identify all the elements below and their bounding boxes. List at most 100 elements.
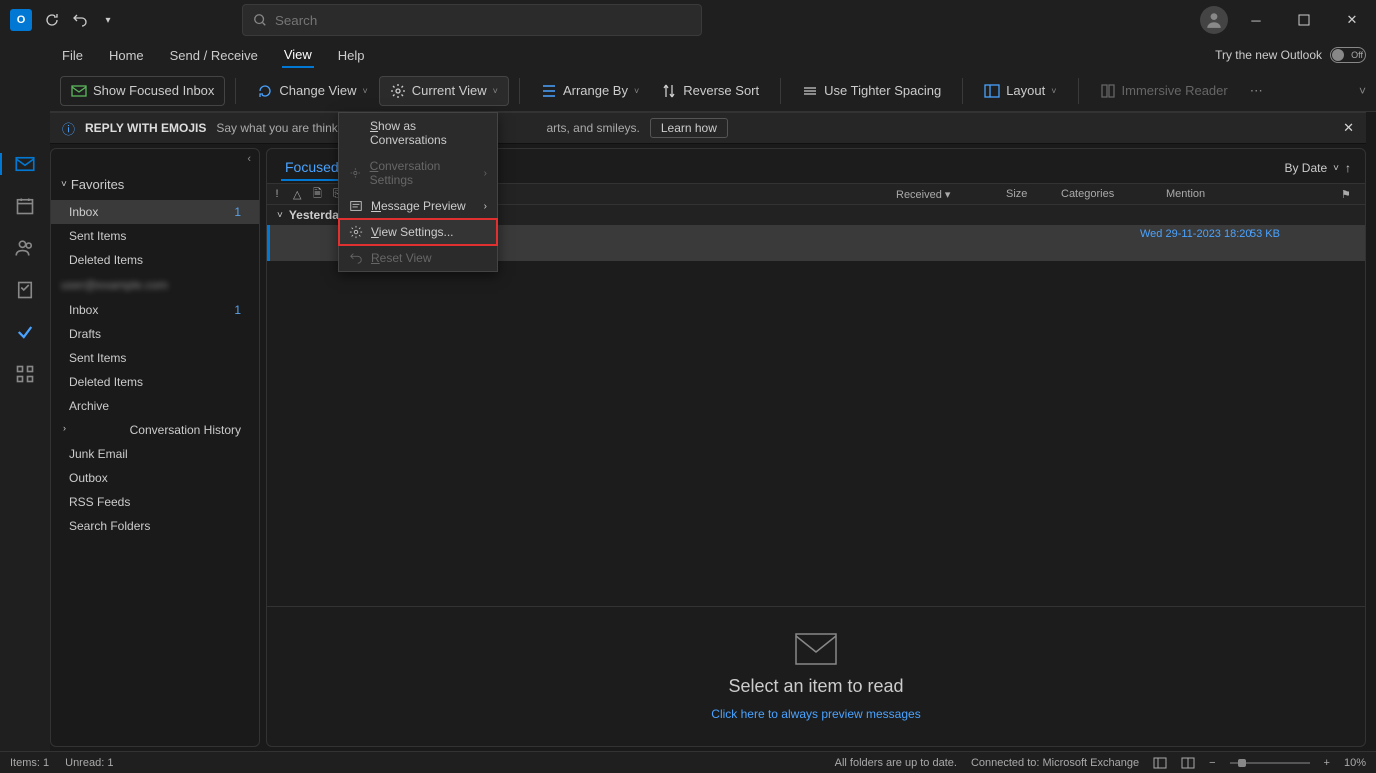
zoom-out[interactable]: − — [1209, 757, 1215, 769]
col-categories[interactable]: Categories — [1055, 188, 1160, 200]
col-icon[interactable]: 🗎 — [307, 185, 327, 204]
col-importance[interactable]: ! — [267, 188, 287, 200]
current-view-button[interactable]: Current View˅ — [379, 76, 509, 106]
try-new-outlook-label: Try the new Outlook — [1215, 48, 1322, 62]
folder-inbox[interactable]: Inbox1 — [51, 298, 259, 322]
view-normal-icon[interactable] — [1153, 756, 1167, 770]
msg-size: 53 KB — [1250, 228, 1280, 240]
book-icon — [1100, 83, 1116, 99]
preview-icon — [349, 199, 363, 213]
folder-sent[interactable]: Sent Items — [51, 346, 259, 370]
arrange-by-button[interactable]: Arrange By˅ — [530, 76, 650, 106]
search-input[interactable] — [275, 13, 691, 28]
collapse-ribbon-icon[interactable]: ˅ — [1359, 84, 1366, 98]
tab-file[interactable]: File — [60, 44, 85, 67]
maximize-button[interactable] — [1284, 0, 1324, 40]
info-title: REPLY WITH EMOJIS — [85, 121, 206, 135]
todo-rail-icon[interactable] — [13, 320, 37, 344]
layout-button[interactable]: Layout˅ — [973, 76, 1067, 106]
folder-junk[interactable]: Junk Email — [51, 442, 259, 466]
folder-conversation-history[interactable]: ›Conversation History — [51, 418, 259, 442]
folder-sent-fav[interactable]: Sent Items — [51, 224, 259, 248]
col-mention[interactable]: Mention — [1160, 188, 1335, 200]
folder-deleted[interactable]: Deleted Items — [51, 370, 259, 394]
folder-archive[interactable]: Archive — [51, 394, 259, 418]
dd-conversation-settings[interactable]: Conversation Settings› — [339, 153, 497, 193]
sort-direction-icon[interactable]: ↑ — [1345, 161, 1351, 175]
view-reading-icon[interactable] — [1181, 756, 1195, 770]
info-close-button[interactable]: ✕ — [1343, 120, 1354, 136]
col-reminder[interactable]: △ — [287, 188, 307, 201]
close-button[interactable]: ✕ — [1332, 0, 1372, 40]
outlook-app-icon: O — [10, 9, 32, 31]
reverse-sort-button[interactable]: Reverse Sort — [650, 76, 770, 106]
tighter-spacing-button[interactable]: Use Tighter Spacing — [791, 76, 952, 106]
reading-title: Select an item to read — [728, 676, 903, 697]
sort-by-button[interactable]: By Date˅↑ — [1284, 161, 1351, 175]
favorites-header[interactable]: ˅Favorites — [51, 169, 259, 200]
reset-icon — [349, 251, 363, 265]
search-icon — [253, 13, 267, 27]
status-items: Items: 1 — [10, 757, 49, 769]
col-received[interactable]: Received ▾ — [890, 188, 1000, 201]
dd-reset-view[interactable]: Reset View — [339, 245, 497, 271]
zoom-value: 10% — [1344, 757, 1366, 769]
show-focused-inbox-button[interactable]: Show Focused Inbox — [60, 76, 225, 106]
info-text-right: arts, and smileys. — [546, 121, 639, 135]
folder-deleted-fav[interactable]: Deleted Items — [51, 248, 259, 272]
tab-view[interactable]: View — [282, 43, 314, 68]
sort-icon — [661, 83, 677, 99]
folder-pane: ‹ ˅Favorites Inbox1 Sent Items Deleted I… — [50, 148, 260, 747]
status-bar: Items: 1 Unread: 1 All folders are up to… — [0, 751, 1376, 773]
customize-qat-icon[interactable]: ▾ — [94, 6, 122, 34]
status-connected: Connected to: Microsoft Exchange — [971, 757, 1139, 769]
folder-outbox[interactable]: Outbox — [51, 466, 259, 490]
tab-send-receive[interactable]: Send / Receive — [168, 44, 260, 67]
try-new-outlook-toggle[interactable]: Off — [1330, 47, 1366, 63]
envelope-check-icon — [71, 83, 87, 99]
folder-drafts[interactable]: Drafts — [51, 322, 259, 346]
folder-inbox-fav[interactable]: Inbox1 — [51, 200, 259, 224]
info-icon: ⓘ — [62, 119, 75, 138]
change-view-button[interactable]: Change View˅ — [246, 76, 378, 106]
tasks-rail-icon[interactable] — [13, 278, 37, 302]
account-header[interactable]: user@example.com — [51, 272, 259, 298]
mail-rail-icon[interactable] — [13, 152, 37, 176]
minimize-button[interactable]: ─ — [1236, 0, 1276, 40]
dd-view-settings[interactable]: View Settings... — [339, 219, 497, 245]
dd-message-preview[interactable]: Message Preview› — [339, 193, 497, 219]
col-flag[interactable]: ⚑ — [1335, 188, 1365, 201]
account-avatar[interactable] — [1200, 6, 1228, 34]
folder-rss[interactable]: RSS Feeds — [51, 490, 259, 514]
calendar-rail-icon[interactable] — [13, 194, 37, 218]
people-rail-icon[interactable] — [13, 236, 37, 260]
status-uptodate: All folders are up to date. — [835, 757, 957, 769]
gear-icon — [349, 225, 363, 239]
preview-link[interactable]: Click here to always preview messages — [711, 707, 920, 721]
layout-icon — [984, 83, 1000, 99]
tab-home[interactable]: Home — [107, 44, 146, 67]
more-apps-rail-icon[interactable] — [13, 362, 37, 386]
undo-icon[interactable] — [66, 6, 94, 34]
immersive-reader-button[interactable]: Immersive Reader — [1089, 76, 1239, 106]
current-view-dropdown: Show as Conversations Conversation Setti… — [338, 112, 498, 272]
focused-tab[interactable]: Focused — [281, 155, 343, 181]
menu-bar: File Home Send / Receive View Help Try t… — [0, 40, 1376, 70]
dd-show-conversations[interactable]: Show as Conversations — [339, 113, 497, 153]
spacing-icon — [802, 83, 818, 99]
msg-received: Wed 29-11-2023 18:20 — [1140, 228, 1252, 240]
info-bar: ⓘ REPLY WITH EMOJIS Say what you are thi… — [50, 112, 1366, 144]
search-box[interactable] — [242, 4, 702, 36]
col-size[interactable]: Size — [1000, 188, 1055, 200]
sync-icon[interactable] — [38, 6, 66, 34]
tab-help[interactable]: Help — [336, 44, 367, 67]
gear-small-icon — [349, 166, 362, 180]
status-unread: Unread: 1 — [65, 757, 113, 769]
folder-search[interactable]: Search Folders — [51, 514, 259, 538]
collapse-folder-pane[interactable]: ‹ — [51, 149, 259, 169]
ribbon-overflow-button[interactable]: ⋯ — [1239, 76, 1274, 106]
zoom-slider[interactable] — [1230, 762, 1310, 764]
change-view-icon — [257, 83, 273, 99]
learn-how-button[interactable]: Learn how — [650, 118, 728, 138]
zoom-in[interactable]: + — [1324, 757, 1330, 769]
